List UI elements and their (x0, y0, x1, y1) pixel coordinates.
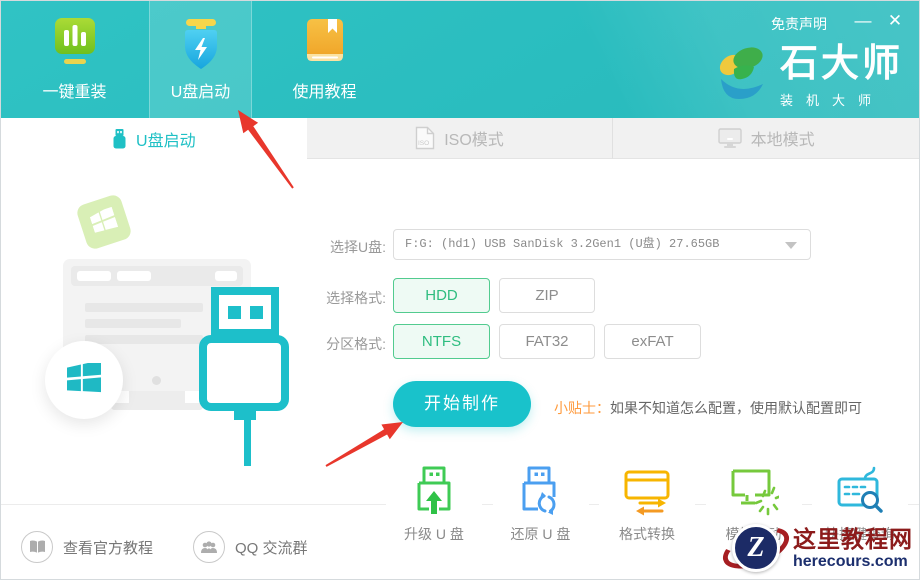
upgrade-usb-icon (409, 465, 459, 517)
usb-plug-neck (234, 409, 256, 420)
watermark-domain: herecours.com (793, 552, 913, 571)
chart-icon (51, 16, 99, 74)
official-tutorial-link[interactable]: 查看官方教程 (21, 531, 153, 563)
usb-illustration (1, 159, 361, 489)
partition-select-label: 分区格式: (291, 334, 386, 354)
book-icon (301, 16, 349, 74)
site-watermark: Z 这里教程网 herecours.com (727, 519, 913, 577)
partition-option-fat32[interactable]: FAT32 (499, 324, 595, 359)
tip-body: 如果不知道怎么配置，使用默认配置即可 (610, 400, 862, 416)
mode-tab-label: 本地模式 (751, 126, 815, 150)
official-tutorial-label: 查看官方教程 (63, 537, 153, 558)
header-tab-tutorial[interactable]: 使用教程 (273, 1, 376, 118)
watermark-site-name: 这里教程网 (793, 526, 913, 552)
usb-plug-pin (250, 306, 263, 319)
usb-plug-pin (228, 306, 241, 319)
watermark-logo-icon: Z (727, 519, 785, 577)
usb-plug-body (199, 335, 289, 411)
format-option-zip[interactable]: ZIP (499, 278, 595, 313)
tip-text: 小贴士：如果不知道怎么配置，使用默认配置即可 (554, 398, 862, 418)
tool-label: 格式转换 (619, 524, 675, 544)
close-button[interactable]: ✕ (883, 11, 907, 31)
mode-tab-local[interactable]: 本地模式 (612, 118, 919, 159)
brand-logo-icon (714, 43, 774, 103)
app-window: 一键重装 U盘启动 使用教程 免 (0, 0, 920, 580)
iso-icon-text: ISO (418, 140, 429, 147)
usb-select-label: 选择U盘: (291, 237, 386, 257)
brand-title: 石大师 (780, 43, 903, 85)
book-circle-icon (21, 531, 53, 563)
tool-label: 升级 U 盘 (404, 524, 464, 544)
usb-shield-icon (177, 16, 225, 74)
windows-tile-icon (75, 193, 133, 251)
mode-tab-label: U盘启动 (136, 127, 196, 151)
start-make-button[interactable]: 开始制作 (393, 381, 531, 427)
usb-select-dropdown[interactable]: F:G: (hd1) USB SanDisk 3.2Gen1 (U盘) 27.6… (393, 229, 811, 260)
header-tab-reinstall[interactable]: 一键重装 (23, 1, 126, 118)
qq-group-link[interactable]: QQ 交流群 (193, 531, 308, 563)
format-convert-icon (622, 465, 672, 517)
usb-plug-head (211, 287, 279, 337)
mode-tab-bar: U盘启动 ISO ISO模式 本地模式 (1, 118, 919, 159)
restore-usb-icon (516, 465, 566, 517)
usb-select-value: F:G: (hd1) USB SanDisk 3.2Gen1 (U盘) 27.6… (394, 230, 810, 259)
windows-logo-badge (45, 341, 123, 419)
hotkey-query-icon (835, 465, 885, 517)
format-select-label: 选择格式: (291, 288, 386, 308)
mode-tab-iso[interactable]: ISO ISO模式 (307, 118, 613, 159)
chevron-down-icon (785, 242, 797, 249)
tip-prefix: 小贴士： (554, 400, 610, 416)
qq-group-label: QQ 交流群 (235, 537, 308, 558)
monitor-icon (718, 128, 742, 149)
header: 一键重装 U盘启动 使用教程 免 (1, 1, 919, 118)
header-tab-usb-boot[interactable]: U盘启动 (149, 1, 252, 118)
format-option-hdd[interactable]: HDD (393, 278, 490, 313)
simulate-boot-icon (729, 465, 779, 517)
brand-text: 石大师 装机大师 (780, 43, 903, 109)
iso-file-icon: ISO (415, 126, 435, 150)
tool-restore-usb[interactable]: 还原 U 盘 (493, 465, 589, 553)
header-tab-label: U盘启动 (171, 78, 231, 102)
mode-tab-label: ISO模式 (444, 126, 504, 150)
partition-option-exfat[interactable]: exFAT (604, 324, 701, 359)
partition-option-ntfs[interactable]: NTFS (393, 324, 490, 359)
minimize-button[interactable]: — (851, 11, 875, 31)
usb-plug-cable (244, 420, 251, 466)
mode-tab-usb-boot[interactable]: U盘启动 (1, 118, 307, 159)
tool-upgrade-usb[interactable]: 升级 U 盘 (386, 465, 482, 553)
people-circle-icon (193, 531, 225, 563)
usb-stick-icon (112, 129, 127, 149)
header-tab-label: 一键重装 (42, 78, 106, 102)
disclaimer-link[interactable]: 免责声明 (771, 14, 827, 34)
tool-format-convert[interactable]: 格式转换 (599, 465, 695, 553)
brand-logo: 石大师 装机大师 (714, 43, 903, 109)
header-tab-label: 使用教程 (292, 78, 356, 102)
tool-label: 还原 U 盘 (511, 524, 571, 544)
brand-subtitle: 装机大师 (780, 90, 903, 109)
